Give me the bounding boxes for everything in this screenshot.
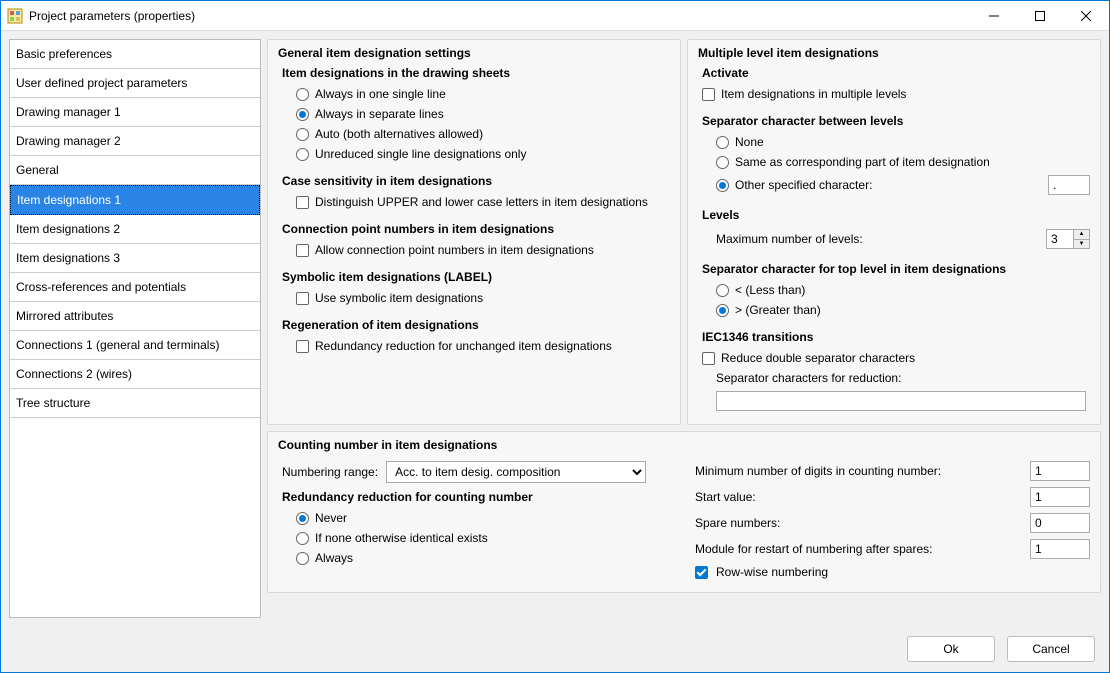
topsep-sub: Separator character for top level in ite… (698, 262, 1090, 276)
counting-title: Counting number in item designations (278, 438, 1090, 452)
redund-label-0: Never (315, 511, 347, 525)
sidebar-item-11[interactable]: Connections 2 (wires) (10, 360, 260, 389)
drawing-radio-0[interactable] (296, 88, 309, 101)
sidebar-item-5[interactable]: Item designations 1 (10, 185, 260, 215)
general-group: General item designation settings Item d… (267, 39, 681, 425)
symbolic-check[interactable] (296, 292, 309, 305)
case-sub: Case sensitivity in item designations (278, 174, 670, 188)
drawing-radio-3[interactable] (296, 148, 309, 161)
rowwise-check[interactable] (695, 566, 708, 579)
redund-radio-1[interactable] (296, 532, 309, 545)
conn-label: Allow connection point numbers in item d… (315, 243, 594, 257)
redund-label-1: If none otherwise identical exists (315, 531, 488, 545)
case-label: Distinguish UPPER and lower case letters… (315, 195, 648, 209)
iec-sepred-label: Separator characters for reduction: (716, 371, 901, 385)
window-title: Project parameters (properties) (29, 9, 971, 23)
sep-label-0: None (735, 135, 764, 149)
levels-sub: Levels (698, 208, 1090, 222)
start-input[interactable] (1030, 487, 1090, 507)
iec-sub: IEC1346 transitions (698, 330, 1090, 344)
levels-input[interactable] (1047, 230, 1073, 248)
counting-group: Counting number in item designations Num… (267, 431, 1101, 593)
cancel-button[interactable]: Cancel (1007, 636, 1095, 662)
regen-check[interactable] (296, 340, 309, 353)
levels-spinner[interactable]: ▲▼ (1046, 229, 1090, 249)
conn-check[interactable] (296, 244, 309, 257)
range-combo[interactable]: Acc. to item desig. composition (386, 461, 646, 483)
activate-label: Item designations in multiple levels (721, 87, 906, 101)
ok-button[interactable]: Ok (907, 636, 995, 662)
start-label: Start value: (687, 490, 1022, 504)
levels-label: Maximum number of levels: (716, 232, 1040, 246)
app-icon (7, 8, 23, 24)
range-label: Numbering range: (282, 465, 378, 479)
sidebar-item-0[interactable]: Basic preferences (10, 40, 260, 69)
sep-label-2: Other specified character: (735, 178, 872, 192)
rowwise-label: Row-wise numbering (716, 565, 828, 579)
conn-sub: Connection point numbers in item designa… (278, 222, 670, 236)
drawing-sub: Item designations in the drawing sheets (278, 66, 670, 80)
regen-label: Redundancy reduction for unchanged item … (315, 339, 612, 353)
sep-radio-0[interactable] (716, 136, 729, 149)
sep-radio-2[interactable] (716, 179, 729, 192)
topsep-radio-0[interactable] (716, 284, 729, 297)
redund-label-2: Always (315, 551, 353, 565)
activate-sub: Activate (698, 66, 1090, 80)
close-button[interactable] (1063, 1, 1109, 30)
iec-reduce-label: Reduce double separator characters (721, 351, 915, 365)
topsep-label-1: > (Greater than) (735, 303, 821, 317)
multi-title: Multiple level item designations (698, 46, 1090, 60)
redund-sub: Redundancy reduction for counting number (278, 490, 681, 504)
sep-other-input[interactable] (1048, 175, 1090, 195)
activate-check[interactable] (702, 88, 715, 101)
regen-sub: Regeneration of item designations (278, 318, 670, 332)
sidebar-item-1[interactable]: User defined project parameters (10, 69, 260, 98)
module-input[interactable] (1030, 539, 1090, 559)
sep-radio-1[interactable] (716, 156, 729, 169)
general-title: General item designation settings (278, 46, 670, 60)
spin-up[interactable]: ▲ (1074, 230, 1089, 240)
multi-group: Multiple level item designations Activat… (687, 39, 1101, 425)
sidebar-item-8[interactable]: Cross-references and potentials (10, 273, 260, 302)
spare-input[interactable] (1030, 513, 1090, 533)
sidebar-item-2[interactable]: Drawing manager 1 (10, 98, 260, 127)
maximize-button[interactable] (1017, 1, 1063, 30)
sidebar-item-9[interactable]: Mirrored attributes (10, 302, 260, 331)
sidebar-item-10[interactable]: Connections 1 (general and terminals) (10, 331, 260, 360)
sidebar-item-6[interactable]: Item designations 2 (10, 215, 260, 244)
sidebar-item-7[interactable]: Item designations 3 (10, 244, 260, 273)
module-label: Module for restart of numbering after sp… (687, 542, 1022, 556)
iec-reduce-check[interactable] (702, 352, 715, 365)
spare-label: Spare numbers: (687, 516, 1022, 530)
sidebar-item-4[interactable]: General (10, 156, 260, 185)
drawing-label-0: Always in one single line (315, 87, 446, 101)
drawing-label-1: Always in separate lines (315, 107, 444, 121)
sep-label-1: Same as corresponding part of item desig… (735, 155, 990, 169)
minimize-button[interactable] (971, 1, 1017, 30)
sidebar-item-12[interactable]: Tree structure (10, 389, 260, 418)
symbolic-label: Use symbolic item designations (315, 291, 483, 305)
topsep-label-0: < (Less than) (735, 283, 805, 297)
sidebar-item-3[interactable]: Drawing manager 2 (10, 127, 260, 156)
redund-radio-0[interactable] (296, 512, 309, 525)
drawing-radio-1[interactable] (296, 108, 309, 121)
min-digits-input[interactable] (1030, 461, 1090, 481)
sep-sub: Separator character between levels (698, 114, 1090, 128)
drawing-label-3: Unreduced single line designations only (315, 147, 526, 161)
drawing-radio-2[interactable] (296, 128, 309, 141)
category-sidebar: Basic preferencesUser defined project pa… (9, 39, 261, 618)
spin-down[interactable]: ▼ (1074, 240, 1089, 249)
case-check[interactable] (296, 196, 309, 209)
redund-radio-2[interactable] (296, 552, 309, 565)
topsep-radio-1[interactable] (716, 304, 729, 317)
symbolic-sub: Symbolic item designations (LABEL) (278, 270, 670, 284)
min-digits-label: Minimum number of digits in counting num… (687, 464, 1022, 478)
drawing-label-2: Auto (both alternatives allowed) (315, 127, 483, 141)
iec-sepred-input[interactable] (716, 391, 1086, 411)
